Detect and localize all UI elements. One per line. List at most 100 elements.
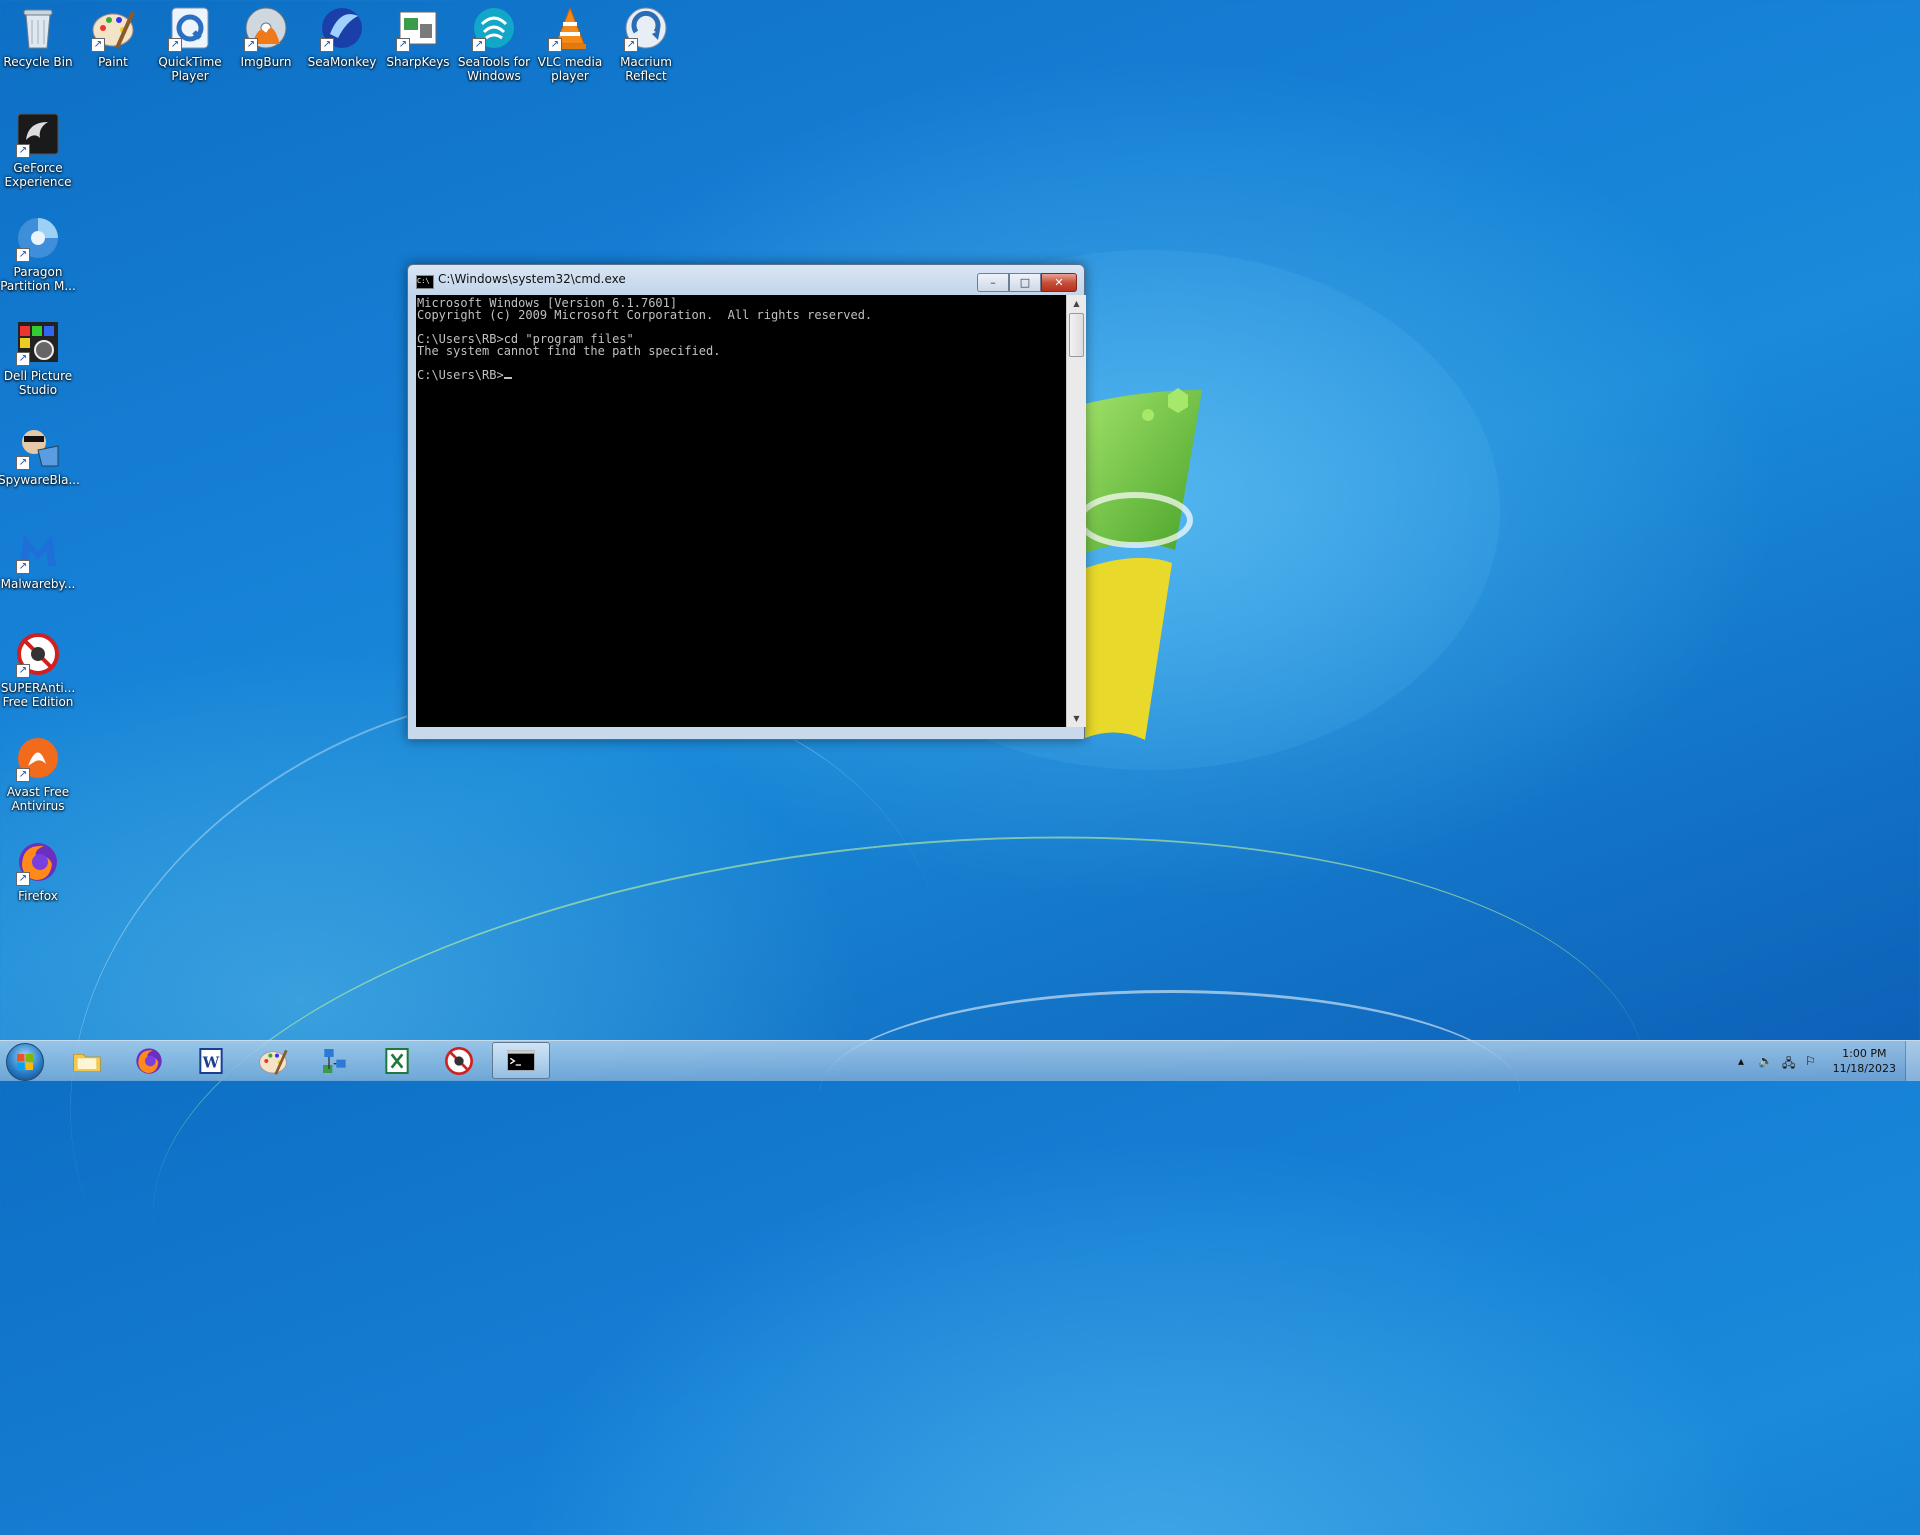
desktop-icon-label: SpywareBla... (0, 473, 80, 487)
shortcut-arrow-icon: ↗ (396, 38, 410, 52)
network-status-icon[interactable]: 🖧 (1782, 1054, 1795, 1075)
desktop-icon-paint[interactable]: ↗ Paint (73, 2, 153, 69)
shortcut-arrow-icon: ↗ (168, 38, 182, 52)
close-icon: ✕ (1054, 276, 1064, 289)
close-button[interactable]: ✕ (1041, 273, 1077, 292)
paint-icon: ↗ (89, 4, 137, 52)
word-icon: W (199, 1047, 223, 1074)
shortcut-arrow-icon: ↗ (548, 38, 562, 52)
desktop-icon-label: ImgBurn (240, 55, 292, 69)
excel-icon (385, 1047, 409, 1074)
desktop-icon-label: QuickTime Player (158, 55, 222, 83)
vertical-scrollbar[interactable]: ▲ ▼ (1066, 295, 1086, 727)
desktop-icon-label: Paint (98, 55, 128, 69)
system-tray: ▴ 🔈 🖧 ⚐ 1:00 PM 11/18/2023 (1730, 1041, 1920, 1081)
shortcut-arrow-icon: ↗ (320, 38, 334, 52)
console-line: Copyright (c) 2009 Microsoft Corporation… (417, 308, 873, 322)
show-hidden-icons-icon[interactable]: ▴ (1738, 1054, 1744, 1068)
taskbar-button-explorer[interactable] (58, 1042, 116, 1079)
desktop-icon-quicktime[interactable]: ↗ QuickTime Player (150, 2, 230, 83)
taskbar-button-network[interactable] (306, 1042, 364, 1079)
desktop-icon-superantispyware[interactable]: ↗ SUPERAnti... Free Edition (0, 628, 78, 709)
desktop-icon-label: SeaMonkey (307, 55, 377, 69)
clock-date: 11/18/2023 (1832, 1062, 1896, 1075)
shortcut-arrow-icon: ↗ (16, 664, 30, 678)
maximize-icon: □ (1019, 276, 1031, 289)
scroll-up-arrow-icon[interactable]: ▲ (1067, 295, 1086, 312)
desktop-icon-imgburn[interactable]: ↗ ImgBurn (226, 2, 306, 69)
spywareblaster-icon: ↗ (14, 422, 62, 470)
show-desktop-button[interactable] (1905, 1041, 1920, 1081)
scroll-thumb[interactable] (1069, 313, 1084, 357)
clock[interactable]: 1:00 PM 11/18/2023 (1833, 1046, 1896, 1076)
desktop-icon-spywareblaster[interactable]: ↗ SpywareBla... (0, 420, 80, 487)
maximize-button[interactable]: □ (1009, 273, 1041, 292)
taskbar: W ▴ 🔈 🖧 ⚐ 1:00 PM 11/18/2023 (0, 1040, 1920, 1081)
minimize-icon: – (990, 276, 996, 289)
shortcut-arrow-icon: ↗ (624, 38, 638, 52)
desktop-icon-malwarebytes[interactable]: ↗ Malwareby... (0, 524, 78, 591)
desktop-icon-avast[interactable]: ↗ Avast Free Antivirus (0, 732, 78, 813)
console-prompt-line[interactable]: C:\Users\RB> (417, 369, 1065, 381)
shortcut-arrow-icon: ↗ (16, 560, 30, 574)
svg-text:W: W (202, 1054, 220, 1071)
console-line: The system cannot find the path specifie… (417, 344, 721, 358)
seatools-icon: ↗ (470, 4, 518, 52)
desktop-icon-paragon[interactable]: ↗ Paragon Partition M... (0, 212, 78, 293)
desktop-icon-macrium[interactable]: ↗ Macrium Reflect (606, 2, 686, 83)
shortcut-arrow-icon: ↗ (16, 248, 30, 262)
taskbar-button-excel[interactable] (368, 1042, 426, 1079)
text-cursor (503, 377, 512, 379)
desktop-icon-label: Recycle Bin (3, 55, 73, 69)
taskbar-button-paint[interactable] (244, 1042, 302, 1079)
desktop-icon-recycle-bin[interactable]: Recycle Bin (0, 2, 78, 69)
console-prompt: C:\Users\RB> (417, 368, 504, 382)
shortcut-arrow-icon: ↗ (16, 872, 30, 886)
firefox-icon: ↗ (14, 838, 62, 886)
shortcut-arrow-icon: ↗ (16, 456, 30, 470)
desktop-icon-geforce[interactable]: ↗ GeForce Experience (0, 108, 78, 189)
desktop-icon-label: SharpKeys (386, 55, 450, 69)
paint-icon (259, 1049, 288, 1075)
avast-icon: ↗ (14, 734, 62, 782)
windows-logo-wallpaper (1080, 388, 1202, 740)
volume-icon[interactable]: 🔈 (1758, 1054, 1773, 1068)
shortcut-arrow-icon: ↗ (16, 144, 30, 158)
minimize-button[interactable]: – (977, 273, 1009, 292)
paragon-icon: ↗ (14, 214, 62, 262)
cmd-icon (507, 1049, 535, 1071)
desktop-icon-seamonkey[interactable]: ↗ SeaMonkey (302, 2, 382, 69)
taskbar-button-word[interactable]: W (182, 1042, 240, 1079)
cmd-titlebar[interactable]: C:\ C:\Windows\system32\cmd.exe – □ ✕ (408, 265, 1084, 295)
desktop-icon-firefox[interactable]: ↗ Firefox (0, 836, 78, 903)
folder-icon (73, 1053, 101, 1072)
shortcut-arrow-icon: ↗ (16, 768, 30, 782)
wallpaper-swoosh (820, 990, 1520, 1193)
desktop-icon-label: SUPERAnti... Free Edition (0, 681, 76, 709)
recycle-bin-icon (14, 4, 62, 52)
shortcut-arrow-icon: ↗ (16, 352, 30, 366)
quicktime-icon: ↗ (166, 4, 214, 52)
desktop-icon-label: Dell Picture Studio (3, 369, 73, 397)
console-output[interactable]: Microsoft Windows [Version 6.1.7601] Cop… (416, 295, 1066, 727)
start-button[interactable] (6, 1043, 44, 1081)
macrium-icon: ↗ (622, 4, 670, 52)
geforce-icon: ↗ (14, 110, 62, 158)
desktop-icon-label: GeForce Experience (4, 161, 72, 189)
taskbar-button-firefox[interactable] (120, 1042, 178, 1079)
desktop-icon-dell-picture[interactable]: ↗ Dell Picture Studio (0, 316, 78, 397)
desktop-icon-label: VLC media player (537, 55, 603, 83)
desktop-icon-label: Firefox (18, 889, 58, 903)
desktop-icon-sharpkeys[interactable]: ↗ SharpKeys (378, 2, 458, 69)
desktop-icon-vlc[interactable]: ↗ VLC media player (530, 2, 610, 83)
action-center-flag-icon[interactable]: ⚐ (1805, 1054, 1816, 1068)
desktop-icon-seatools[interactable]: ↗ SeaTools for Windows (454, 2, 534, 83)
cmd-window-title: C:\Windows\system32\cmd.exe (438, 272, 626, 286)
scroll-down-arrow-icon[interactable]: ▼ (1067, 710, 1086, 727)
taskbar-button-cmd[interactable] (492, 1042, 550, 1079)
imgburn-icon: ↗ (242, 4, 290, 52)
cmd-window-icon[interactable]: C:\ (416, 275, 434, 289)
taskbar-button-superantispyware[interactable] (430, 1042, 488, 1079)
cmd-window[interactable]: C:\ C:\Windows\system32\cmd.exe – □ ✕ Mi… (407, 264, 1086, 740)
